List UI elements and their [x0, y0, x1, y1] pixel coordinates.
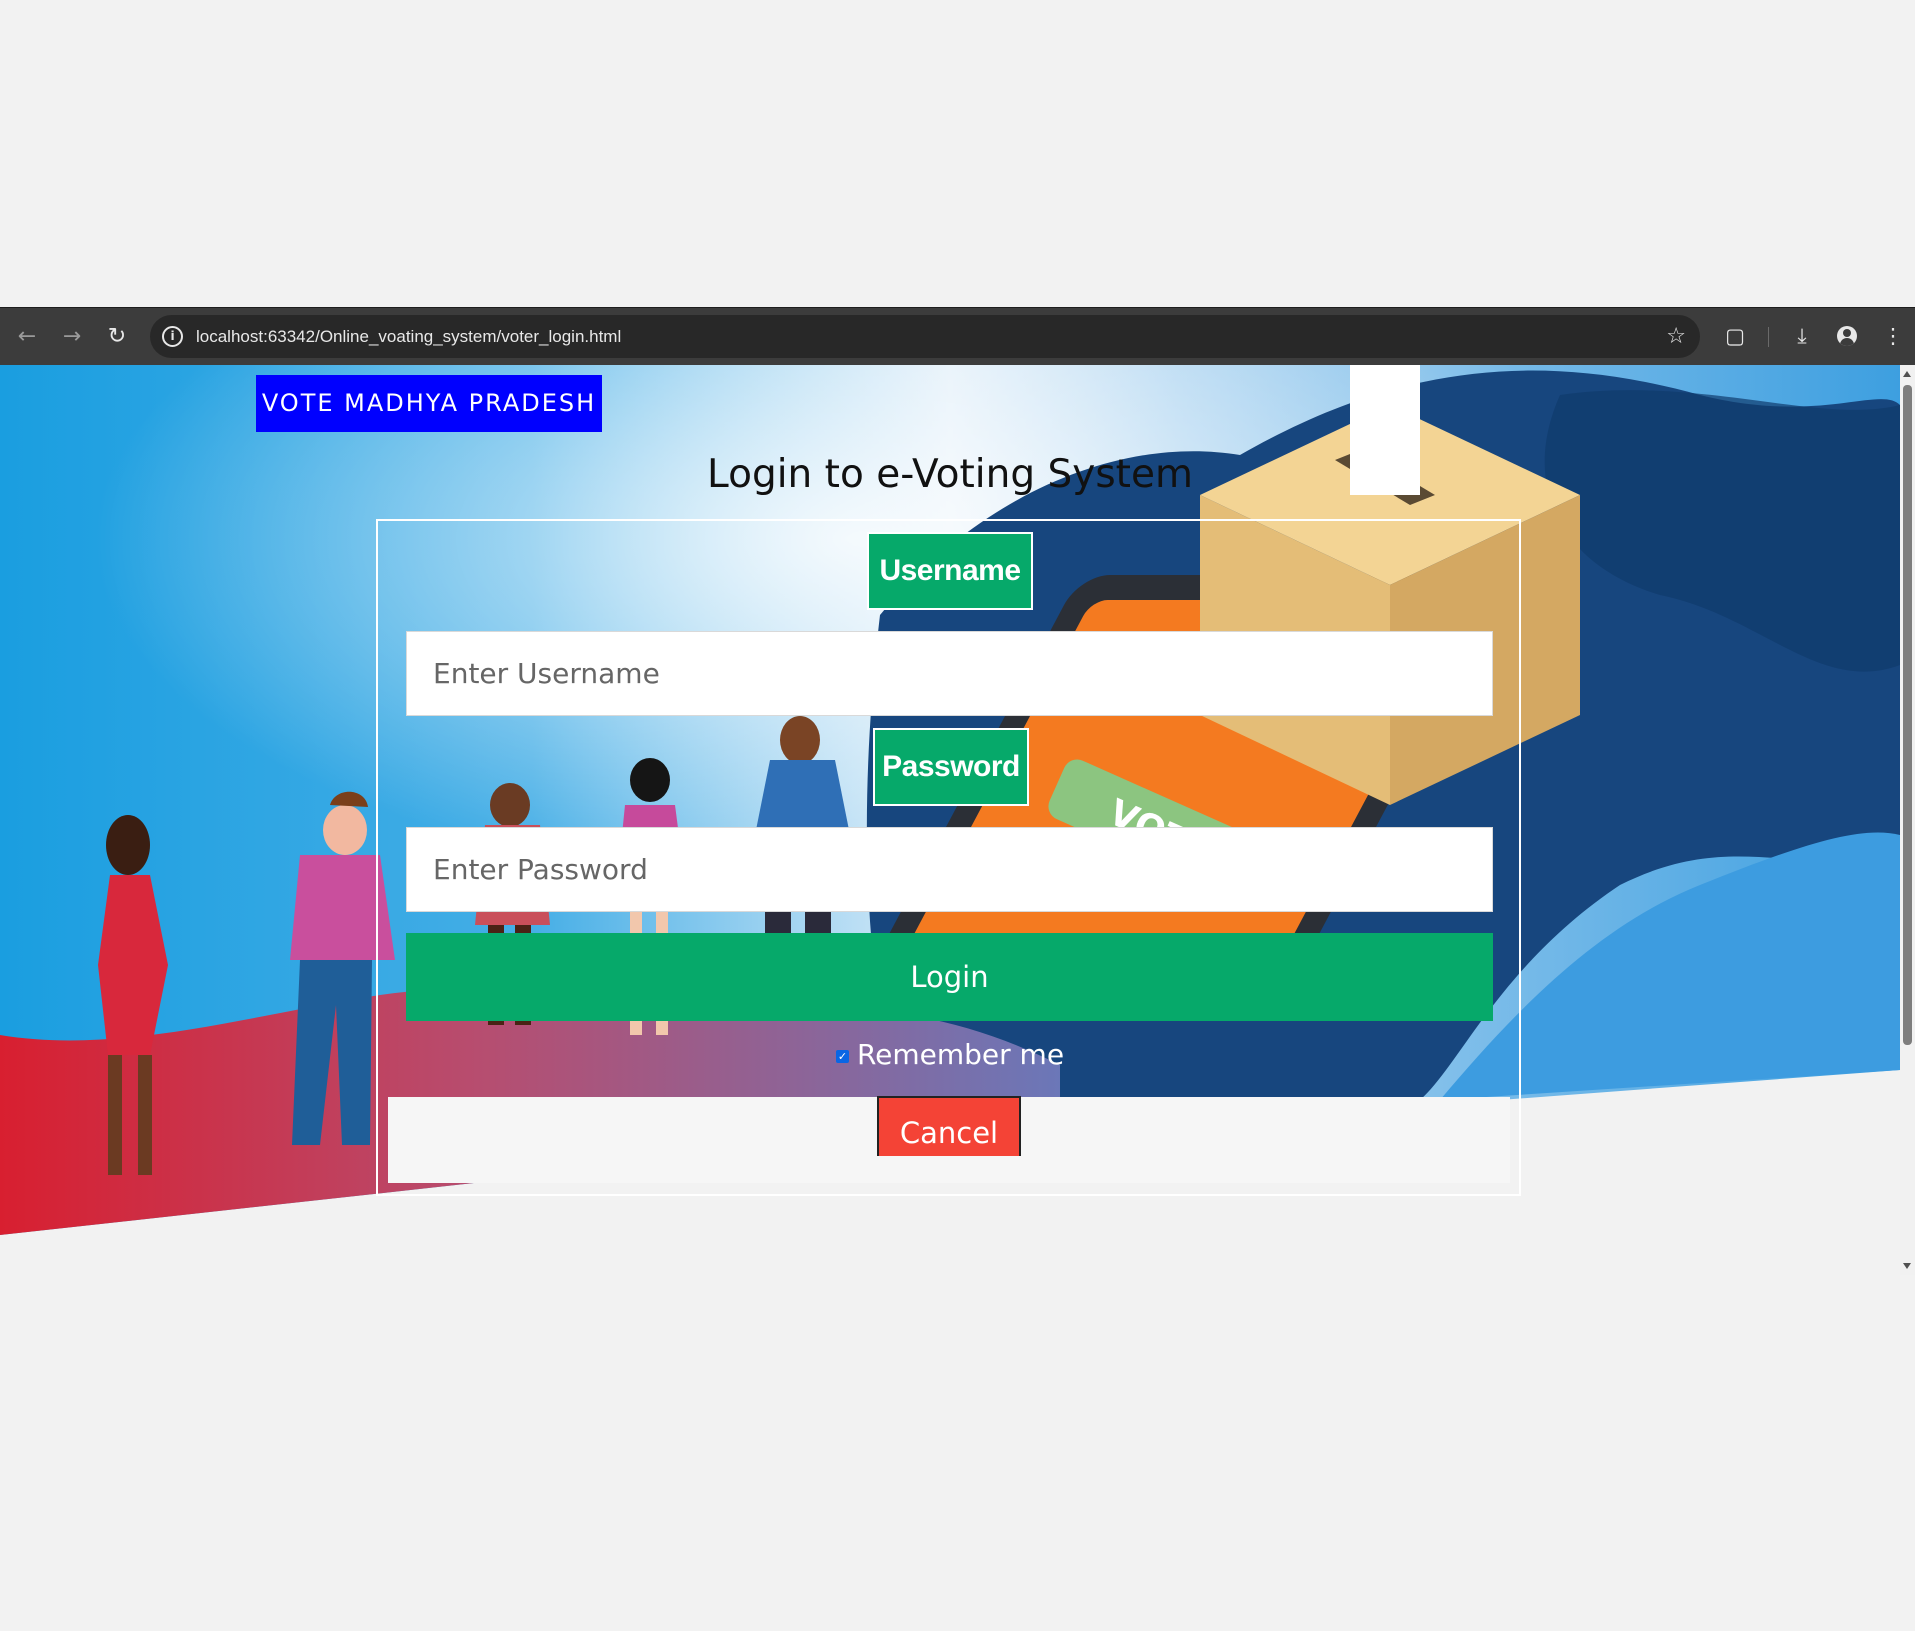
page-viewport: VOTE MADHYA PRADESH Login to e-Voting Sy…	[0, 365, 1900, 1275]
menu-dots-icon[interactable]: ⋮	[1875, 318, 1911, 354]
profile-icon[interactable]	[1829, 318, 1865, 354]
brand-banner: VOTE MADHYA PRADESH	[256, 375, 602, 432]
login-button[interactable]: Login	[406, 933, 1493, 1021]
scrollbar-thumb[interactable]	[1903, 385, 1912, 1045]
back-icon[interactable]: ←	[9, 318, 45, 354]
password-label: Password	[873, 728, 1029, 806]
extensions-icon[interactable]: ▢	[1717, 318, 1753, 354]
username-label: Username	[867, 532, 1033, 610]
remember-me-checkbox[interactable]: ✓	[835, 1050, 849, 1063]
password-input[interactable]	[406, 827, 1493, 912]
cancel-button[interactable]: Cancel	[877, 1096, 1021, 1156]
remember-me-row: ✓ Remember me	[0, 1038, 1900, 1071]
scroll-up-icon[interactable]	[1903, 371, 1911, 377]
reload-icon[interactable]: ↻	[99, 318, 135, 354]
remember-me-label[interactable]: Remember me	[857, 1038, 1064, 1071]
username-input[interactable]	[406, 631, 1493, 716]
address-bar[interactable]: i localhost:63342/Online_voating_system/…	[150, 315, 1700, 358]
forward-icon[interactable]: →	[54, 318, 90, 354]
address-bar-url[interactable]: localhost:63342/Online_voating_system/vo…	[196, 315, 621, 358]
page-scrollbar[interactable]	[1900, 365, 1915, 1275]
site-info-icon[interactable]: i	[162, 326, 183, 347]
page-title: Login to e-Voting System	[707, 452, 1193, 497]
toolbar-divider	[1768, 327, 1769, 347]
scroll-down-icon[interactable]	[1903, 1263, 1911, 1269]
bookmark-star-icon[interactable]: ☆	[1666, 315, 1686, 358]
browser-toolbar: ← → ↻ i localhost:63342/Online_voating_s…	[0, 307, 1915, 365]
download-icon[interactable]: ⤓	[1784, 318, 1820, 354]
